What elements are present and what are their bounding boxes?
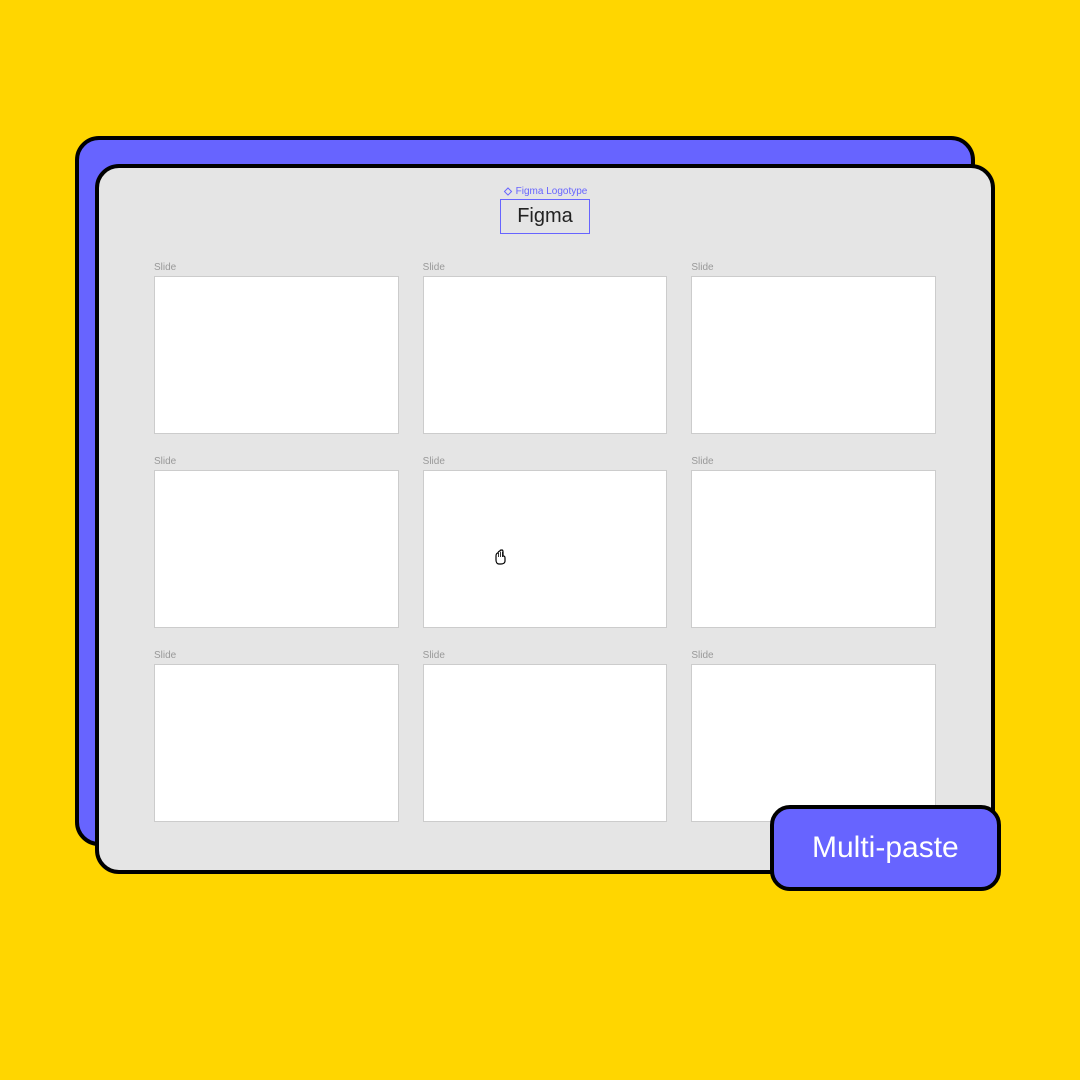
slide-label[interactable]: Slide	[691, 650, 936, 661]
slide-frame[interactable]	[691, 276, 936, 434]
slide-label[interactable]: Slide	[154, 650, 399, 661]
slide-item: Slide	[154, 650, 399, 822]
slide-frame[interactable]	[691, 664, 936, 822]
slide-item: Slide	[423, 650, 668, 822]
slide-label[interactable]: Slide	[423, 262, 668, 273]
slide-label[interactable]: Slide	[423, 456, 668, 467]
slide-label[interactable]: Slide	[691, 456, 936, 467]
slide-frame[interactable]	[154, 276, 399, 434]
slide-frame[interactable]	[423, 470, 668, 628]
feature-badge: Multi-paste	[770, 805, 1001, 891]
feature-title: Multi-paste	[812, 831, 959, 865]
slide-item: Slide	[691, 456, 936, 628]
component-label[interactable]: Figma Logotype	[503, 186, 588, 197]
slide-frame[interactable]	[691, 470, 936, 628]
canvas-panel[interactable]: Figma Logotype Figma Slide Slide Slide S…	[95, 164, 995, 874]
slide-item: Slide	[154, 456, 399, 628]
slide-frame[interactable]	[423, 276, 668, 434]
hand-cursor-icon	[492, 548, 510, 571]
slide-label[interactable]: Slide	[423, 650, 668, 661]
component-name: Figma	[517, 205, 573, 227]
slide-frame[interactable]	[423, 664, 668, 822]
slide-frame[interactable]	[154, 664, 399, 822]
slides-grid: Slide Slide Slide Slide Slide Slide Slid…	[154, 262, 936, 822]
slide-label[interactable]: Slide	[154, 456, 399, 467]
slide-item: Slide	[423, 262, 668, 434]
component-header: Figma Logotype Figma	[154, 186, 936, 234]
slide-frame[interactable]	[154, 470, 399, 628]
slide-label[interactable]: Slide	[691, 262, 936, 273]
slide-item: Slide	[423, 456, 668, 628]
slide-item: Slide	[691, 650, 936, 822]
component-label-text: Figma Logotype	[516, 186, 588, 197]
slide-label[interactable]: Slide	[154, 262, 399, 273]
component-instance[interactable]: Figma	[500, 199, 590, 234]
slide-item: Slide	[154, 262, 399, 434]
slide-item: Slide	[691, 262, 936, 434]
component-icon	[503, 187, 513, 197]
